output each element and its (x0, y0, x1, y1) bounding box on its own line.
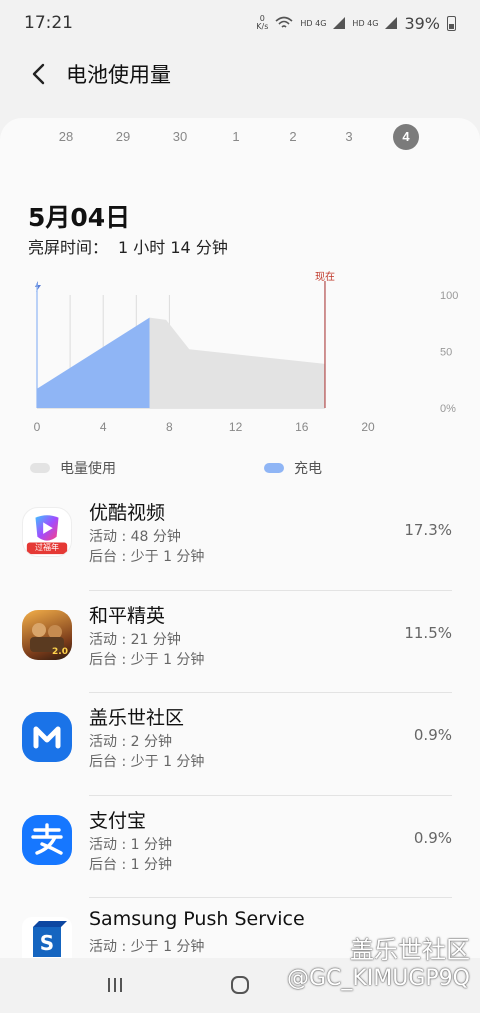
app-background-time: 后台 : 少于 1 分钟 (89, 549, 205, 565)
y-tick-label: 100 (440, 290, 458, 302)
watermark-title: 盖乐世社区 (350, 936, 470, 964)
app-active-time: 活动 : 48 分钟 (89, 529, 181, 545)
app-row-youku[interactable]: 过福年 优酷视频 活动 : 48 分钟 后台 : 少于 1 分钟 17.3% (0, 488, 480, 591)
charge-area (37, 317, 150, 408)
legend-charge-label: 充电 (294, 461, 322, 477)
y-tick-label: 50 (440, 347, 452, 359)
x-tick-label: 12 (229, 420, 243, 434)
now-label: 现在 (315, 271, 335, 283)
screen-on-time: 亮屏时间： 1 小时 14 分钟 (28, 234, 228, 258)
home-button[interactable] (226, 972, 254, 998)
screen-on-label: 亮屏时间： (28, 238, 109, 257)
usage-area (149, 317, 325, 408)
app-background-time: 后台 : 少于 1 分钟 (89, 754, 205, 770)
samsung-push-icon: S (22, 917, 72, 958)
app-name: 优酷视频 (89, 502, 166, 524)
sim1-label: HD 4G (300, 18, 327, 28)
y-tick-label: 0% (440, 403, 456, 415)
legend-charge-swatch (264, 463, 284, 473)
app-background-time: 后台 : 少于 1 分钟 (89, 651, 205, 668)
app-name: 支付宝 (89, 809, 147, 832)
home-icon (231, 976, 249, 994)
app-active-time: 活动 : 2 分钟 (89, 734, 172, 750)
net-speed-unit: K/s (256, 22, 269, 31)
watermark-handle: @GC_KIMUGP9Q (286, 966, 470, 991)
wifi-icon (275, 16, 293, 28)
youku-badge: 过福年 (35, 543, 59, 552)
back-button[interactable] (18, 54, 58, 94)
date-strip: 28 29 30 1 2 3 4 (0, 118, 480, 154)
signal-icon (385, 17, 398, 29)
app-name: 和平精英 (89, 604, 166, 627)
legend-usage-swatch (30, 463, 50, 473)
peace-elite-icon: 2.0 (22, 609, 72, 660)
legend-usage: 电量使用 (30, 458, 116, 478)
chart-legend: 电量使用 充电 (0, 458, 480, 482)
app-active-time: 活动 : 21 分钟 (89, 631, 181, 648)
legend-charge: 充电 (264, 458, 322, 478)
net-speed: 0 K/s (256, 15, 268, 31)
samsung-members-icon (22, 712, 72, 762)
app-percent: 17.3% (404, 521, 452, 539)
x-tick-label: 16 (295, 420, 309, 434)
date-item-selected[interactable]: 4 (393, 124, 419, 150)
status-icons: 0 K/s HD 4G HD 4G 39% (256, 14, 456, 33)
status-time: 17:21 (24, 13, 73, 33)
app-name: Samsung Push Service (89, 908, 305, 930)
app-row-peace-elite[interactable]: 2.0 和平精英 活动 : 21 分钟 后台 : 少于 1 分钟 11.5% (0, 591, 480, 693)
date-item[interactable]: 29 (110, 124, 136, 150)
app-active-time: 活动 : 1 分钟 (89, 836, 172, 853)
battery-chart: 现在 0 4 8 12 16 20 100 50 0% (34, 271, 459, 434)
app-active-time: 活动 : 少于 1 分钟 (89, 939, 205, 955)
youku-icon: 过福年 (22, 507, 72, 557)
app-row-samsung-members[interactable]: 盖乐世社区 活动 : 2 分钟 后台 : 少于 1 分钟 0.9% (0, 693, 480, 796)
charging-bolt-icon (35, 281, 41, 292)
app-background-time: 后台 : 1 分钟 (89, 856, 172, 873)
screen-on-value: 1 小时 14 分钟 (118, 238, 228, 257)
page-title: 电池使用量 (66, 63, 171, 87)
peace-elite-badge: 2.0 (52, 646, 68, 657)
date-item[interactable]: 2 (280, 124, 306, 150)
selected-date: 5月04日 (28, 203, 131, 232)
date-item[interactable]: 3 (336, 124, 362, 150)
recents-icon (108, 978, 122, 992)
x-tick-label: 0 (34, 420, 41, 434)
date-item[interactable]: 1 (223, 124, 249, 150)
recents-button[interactable] (100, 972, 130, 998)
x-tick-label: 8 (166, 420, 173, 434)
app-percent: 11.5% (404, 623, 452, 642)
x-tick-label: 4 (100, 420, 107, 434)
battery-icon (447, 15, 456, 31)
x-tick-label: 20 (361, 420, 375, 434)
battery-card: 28 29 30 1 2 3 4 5月04日 亮屏时间： 1 小时 14 分钟 现… (0, 118, 480, 958)
app-percent: 0.9% (413, 726, 452, 744)
status-bar: 17:21 0 K/s HD 4G HD 4G 39% (0, 0, 480, 46)
app-name: 盖乐世社区 (89, 707, 185, 729)
legend-usage-label: 电量使用 (60, 461, 116, 477)
app-header: 电池使用量 (0, 46, 480, 102)
date-item[interactable]: 30 (167, 124, 193, 150)
app-percent: 0.9% (413, 828, 452, 847)
signal-icon (333, 17, 346, 29)
alipay-icon (22, 814, 72, 865)
back-arrow-icon (32, 63, 45, 85)
sim2-label: HD 4G (352, 18, 379, 28)
app-row-alipay[interactable]: 支付宝 活动 : 1 分钟 后台 : 1 分钟 0.9% (0, 796, 480, 898)
date-item[interactable]: 28 (53, 124, 79, 150)
app-usage-list: 过福年 优酷视频 活动 : 48 分钟 后台 : 少于 1 分钟 17.3% 2… (0, 488, 480, 958)
svg-text:S: S (40, 931, 54, 955)
battery-percent: 39% (404, 13, 440, 33)
